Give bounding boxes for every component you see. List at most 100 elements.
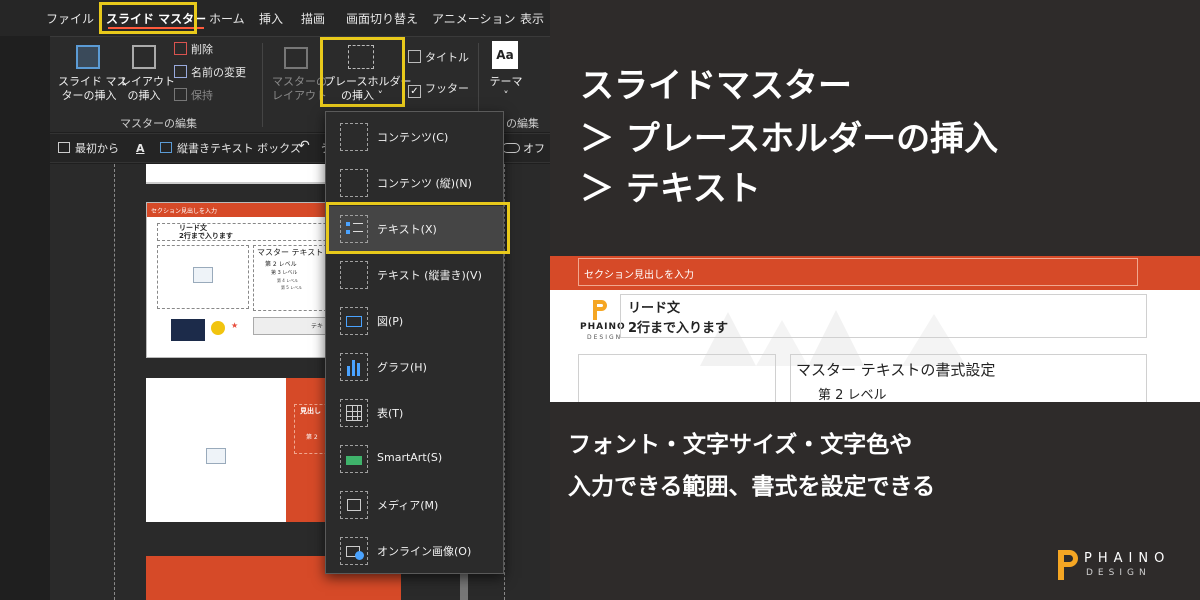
zoomed-slide-preview: セクション見出しを入力 PHAINO DESIGN リード文 2行まで入ります … xyxy=(550,256,1200,402)
menu-item-label: コンテンツ (縦)(N) xyxy=(377,177,472,190)
master-layout-button[interactable]: マスターの レイアウト xyxy=(272,75,327,103)
phaino-logo-icon xyxy=(593,300,607,320)
tab-file[interactable]: ファイル xyxy=(46,0,94,36)
menu-item-chart[interactable]: グラフ(H) xyxy=(326,344,503,390)
text-vertical-icon xyxy=(340,261,368,289)
person-illustration xyxy=(211,321,225,335)
insert-layout-button[interactable]: レイアウト の挿入 xyxy=(120,75,175,103)
thumb-level4: 第 4 レベル xyxy=(277,278,299,283)
text-item-highlight xyxy=(326,202,510,254)
preserve-icon xyxy=(174,88,187,101)
zoom-lead-sub: 2行まで入ります xyxy=(628,321,729,336)
thumb-text-short: テキ xyxy=(311,323,324,330)
insert-slide-master-button[interactable]: スライド マス ターの挿入 xyxy=(58,75,128,103)
toggle-off[interactable]: オフ xyxy=(502,141,545,157)
chevron-down-icon: ˅ xyxy=(503,89,509,102)
zoom-logo-name: PHAINO xyxy=(580,322,626,332)
rename-label: 名前の変更 xyxy=(191,66,246,79)
font-color-button[interactable]: A xyxy=(136,141,145,157)
tab-home[interactable]: ホーム xyxy=(209,0,245,36)
tab-draw[interactable]: 描画 xyxy=(301,0,325,36)
tab-transitions[interactable]: 画面切り替え xyxy=(346,0,418,36)
rename-button[interactable]: 名前の変更 xyxy=(174,65,246,81)
description-line-1: フォント・文字サイズ・文字色や xyxy=(568,432,913,458)
media-icon xyxy=(340,491,368,519)
slide-master-tab-highlight xyxy=(99,2,197,34)
chart-icon xyxy=(340,353,368,381)
toggle-icon xyxy=(502,143,520,153)
guide-line xyxy=(114,164,115,600)
headline-line-3: ＞ テキスト xyxy=(580,169,761,209)
tab-insert[interactable]: 挿入 xyxy=(259,0,283,36)
theme-icon: Aa xyxy=(492,41,518,69)
content-vertical-icon xyxy=(340,169,368,197)
star-icon: ★ xyxy=(231,321,239,330)
font-color-icon: A xyxy=(136,142,145,155)
thumb-level2: 第 2 レベル xyxy=(265,261,297,268)
online-picture-icon xyxy=(340,537,368,565)
menu-bar: ファイル スライド マスター ホーム 挿入 描画 画面切り替え アニメーション … xyxy=(0,0,550,36)
phaino-logo-icon xyxy=(1058,550,1078,580)
title-checkbox[interactable]: タイトル xyxy=(408,50,469,66)
menu-item-media[interactable]: メディア(M) xyxy=(326,482,503,528)
footer-checkbox-label: フッター xyxy=(425,82,469,95)
menu-item-online-picture[interactable]: オンライン画像(O) xyxy=(326,528,503,574)
menu-item-text-vertical[interactable]: テキスト (縦書き)(V) xyxy=(326,252,503,298)
scrollbar[interactable] xyxy=(460,574,468,600)
placeholder-dropdown-menu: コンテンツ(C) コンテンツ (縦)(N) テキスト(X) テキスト (縦書き)… xyxy=(325,111,504,574)
zoom-master-text: マスター テキストの書式設定 xyxy=(796,361,996,379)
delete-button[interactable]: 削除 xyxy=(174,42,213,58)
headline-line-2: ＞ プレースホルダーの挿入 xyxy=(580,119,999,159)
menu-item-picture[interactable]: 図(P) xyxy=(326,298,503,344)
preserve-label: 保持 xyxy=(191,89,213,102)
monitor-illustration xyxy=(171,319,205,341)
preserve-button[interactable]: 保持 xyxy=(174,88,213,104)
menu-item-label: 表(T) xyxy=(377,407,404,420)
zoom-image-box xyxy=(578,354,776,402)
thumb-heading: セクション見出しを入力 xyxy=(151,208,218,215)
menu-item-label: メディア(M) xyxy=(377,499,439,512)
menu-item-label: テキスト (縦書き)(V) xyxy=(377,269,482,282)
checkbox-unchecked-icon xyxy=(408,50,421,63)
master-layout-icon xyxy=(284,47,308,69)
footer-checkbox[interactable]: ✓ フッター xyxy=(408,81,469,98)
rename-icon xyxy=(174,65,187,78)
theme-label: テーマ xyxy=(489,75,523,88)
vertical-textbox-button[interactable]: 縦書きテキスト ボックス xyxy=(160,141,301,157)
brand-sub: DESIGN xyxy=(1086,568,1151,578)
theme-button[interactable]: テーマ ˅ xyxy=(486,75,526,103)
smartart-icon xyxy=(340,445,368,473)
undo-icon[interactable]: ↶ xyxy=(298,138,310,154)
thumb-level2-short: 第 2 xyxy=(306,434,318,441)
master-layout-label-1: マスターの xyxy=(272,75,327,88)
tab-view[interactable]: 表示 xyxy=(520,0,544,36)
insert-layout-label-2: の挿入 xyxy=(127,89,161,102)
delete-label: 削除 xyxy=(191,43,213,56)
picture-icon xyxy=(340,307,368,335)
menu-item-table[interactable]: 表(T) xyxy=(326,390,503,436)
menu-item-content[interactable]: コンテンツ(C) xyxy=(326,114,503,160)
master-layout-label-2: レイアウト xyxy=(272,89,327,102)
slideshow-icon xyxy=(58,142,70,153)
thumb-lead-sub: 2行まで入ります xyxy=(179,232,233,240)
ribbon-separator xyxy=(262,43,263,127)
insert-slide-master-label-2: ターの挿入 xyxy=(61,89,117,102)
thumb-level5: 第 5 レベル xyxy=(281,285,303,290)
menu-item-smartart[interactable]: SmartArt(S) xyxy=(326,436,503,482)
brand-name: PHAINO xyxy=(1084,551,1171,566)
thumb-heading-short: 見出し xyxy=(300,407,321,415)
menu-item-label: オンライン画像(O) xyxy=(377,545,472,558)
from-start-button[interactable]: 最初から xyxy=(58,141,119,157)
menu-item-content-vertical[interactable]: コンテンツ (縦)(N) xyxy=(326,160,503,206)
headline-line-1: スライドマスター xyxy=(580,66,852,106)
description-line-2: 入力できる範囲、書式を設定できる xyxy=(568,474,936,500)
zoom-level2: 第 2 レベル xyxy=(818,388,887,402)
table-icon xyxy=(340,399,368,427)
tab-animations[interactable]: アニメーション xyxy=(432,0,516,36)
layout-icon xyxy=(132,45,156,69)
group-label-edit-theme: の編集 xyxy=(506,117,539,130)
from-start-label: 最初から xyxy=(75,142,119,155)
phaino-design-logo: PHAINO DESIGN xyxy=(1054,548,1184,584)
menu-item-label: コンテンツ(C) xyxy=(377,131,449,144)
powerpoint-window: ファイル スライド マスター ホーム 挿入 描画 画面切り替え アニメーション … xyxy=(0,0,550,600)
